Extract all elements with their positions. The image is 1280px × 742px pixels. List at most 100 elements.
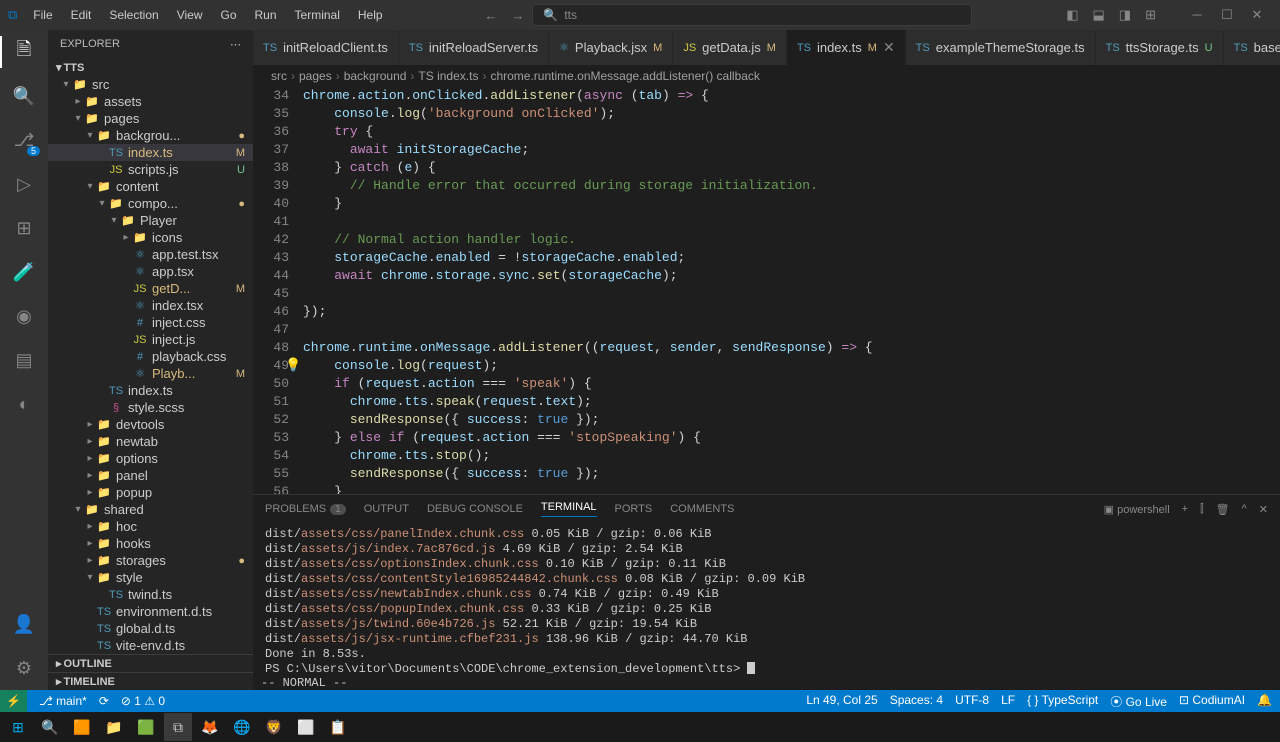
menu-go[interactable]: Go [213,4,245,26]
more-icon[interactable]: ⋯ [230,38,241,51]
account-icon[interactable]: 👤 [12,612,36,636]
extensions-icon[interactable]: ⊞ [12,216,36,240]
terminal-output[interactable]: dist/assets/css/panelIndex.chunk.css 0.0… [253,523,1280,674]
problems-tab[interactable]: PROBLEMS1 [265,503,346,515]
outline-section[interactable]: ▸OUTLINE [48,654,253,672]
layout-right-icon[interactable]: ◨ [1119,7,1131,23]
layout-left-icon[interactable]: ◧ [1066,7,1078,23]
code-editor[interactable]: chrome.action.onClicked.addListener(asyn… [303,87,1280,494]
tree-item[interactable]: ▸📁newtab [48,433,253,450]
tree-item[interactable]: ▸📁assets [48,93,253,110]
breadcrumb[interactable]: src›pages›background›TS index.ts›chrome.… [253,65,1280,87]
problems-status[interactable]: ⊘ 1 ⚠ 0 [121,694,165,708]
tree-item[interactable]: §style.scss [48,399,253,416]
editor-tab[interactable]: TSindex.tsM✕ [787,30,906,65]
tree-item[interactable]: ▸📁hoc [48,518,253,535]
nav-forward-icon[interactable]: → [511,8,524,23]
tree-item[interactable]: TSvite-env.d.ts [48,637,253,654]
tree-item[interactable]: TSindex.tsM [48,144,253,161]
golive-status[interactable]: ⦿ Go Live [1110,693,1167,710]
tree-item[interactable]: ▾📁shared [48,501,253,518]
shell-select[interactable]: ▣ powershell [1104,503,1170,516]
debug-console-tab[interactable]: DEBUG CONSOLE [427,503,523,515]
search-activity-icon[interactable]: 🔍 [12,84,36,108]
editor-tab[interactable]: TSttsStorage.tsU [1096,30,1224,65]
remote-indicator[interactable]: ⚡ [0,690,27,712]
sync-icon[interactable]: ⟳ [99,694,109,708]
taskbar-app-3[interactable]: 🟩 [132,713,160,741]
language-status[interactable]: { } TypeScript [1027,693,1098,710]
start-icon[interactable]: ⊞ [4,713,32,741]
taskbar-search-icon[interactable]: 🔍 [36,713,64,741]
tree-item[interactable]: TSindex.ts [48,382,253,399]
menu-terminal[interactable]: Terminal [287,4,348,26]
editor-tab[interactable]: ⚛Playback.jsxM [549,30,673,65]
taskbar-app-2[interactable]: 📁 [100,713,128,741]
taskbar-app-4[interactable]: ⬜ [292,713,320,741]
output-tab[interactable]: OUTPUT [364,503,409,515]
maximize-button[interactable]: ☐ [1212,3,1242,27]
command-center[interactable]: 🔍 tts [532,4,972,26]
notifications-icon[interactable]: 🔔 [1257,693,1272,710]
minimize-button[interactable]: ─ [1182,3,1212,27]
new-terminal-icon[interactable]: + [1182,503,1188,515]
tree-item[interactable]: TSenvironment.d.ts [48,603,253,620]
taskbar-app-5[interactable]: 📋 [324,713,352,741]
menu-view[interactable]: View [169,4,211,26]
taskbar-chrome[interactable]: 🌐 [228,713,256,741]
kill-terminal-icon[interactable]: 🗑 [1216,503,1230,516]
menu-selection[interactable]: Selection [101,4,166,26]
tree-item[interactable]: ▸📁hooks [48,535,253,552]
taskbar-brave[interactable]: 🦁 [260,713,288,741]
ports-tab[interactable]: PORTS [615,503,653,515]
menu-run[interactable]: Run [247,4,285,26]
indent-status[interactable]: Spaces: 4 [890,693,943,710]
tree-item[interactable]: JSscripts.jsU [48,161,253,178]
editor-tab[interactable]: TSbase.ts [1224,30,1280,65]
maximize-panel-icon[interactable]: ^ [1242,503,1247,515]
layout-customize-icon[interactable]: ⊞ [1145,7,1156,23]
tree-item[interactable]: ⚛app.tsx [48,263,253,280]
taskbar-app-1[interactable]: 🟧 [68,713,96,741]
codium-status[interactable]: ⊡ CodiumAI [1179,693,1245,710]
editor-tab[interactable]: TSinitReloadServer.ts [399,30,549,65]
tree-item[interactable]: ▸📁storages● [48,552,253,569]
tree-item[interactable]: ⚛Playb...M [48,365,253,382]
encoding-status[interactable]: UTF-8 [955,693,989,710]
folder-root[interactable]: ▾TTS [48,59,253,76]
ext2-icon[interactable]: ▤ [12,348,36,372]
tree-item[interactable]: ▾📁pages [48,110,253,127]
scm-icon[interactable]: ⎇5 [12,128,36,152]
split-terminal-icon[interactable]: ⫿ [1200,503,1204,516]
nav-back-icon[interactable]: ← [484,8,497,23]
menu-edit[interactable]: Edit [63,4,100,26]
editor-tab[interactable]: TSinitReloadClient.ts [253,30,399,65]
close-panel-icon[interactable]: ✕ [1259,503,1268,516]
taskbar-firefox[interactable]: 🦊 [196,713,224,741]
eol-status[interactable]: LF [1001,693,1015,710]
tree-item[interactable]: #inject.css [48,314,253,331]
comments-tab[interactable]: COMMENTS [670,503,734,515]
explorer-icon[interactable]: 🗎 [12,40,36,64]
tree-item[interactable]: ▾📁content [48,178,253,195]
settings-icon[interactable]: ⚙ [12,656,36,680]
ext1-icon[interactable]: ◉ [12,304,36,328]
tree-item[interactable]: ⚛index.tsx [48,297,253,314]
tree-item[interactable]: ▸📁panel [48,467,253,484]
tree-item[interactable]: ▾📁Player [48,212,253,229]
tree-item[interactable]: ▾📁backgrou...● [48,127,253,144]
editor-tab[interactable]: JSgetData.jsM [673,30,787,65]
tree-item[interactable]: JSinject.js [48,331,253,348]
menu-help[interactable]: Help [350,4,391,26]
tree-item[interactable]: ▾📁compo...● [48,195,253,212]
tree-item[interactable]: ▸📁popup [48,484,253,501]
tree-item[interactable]: ▸📁icons [48,229,253,246]
menu-file[interactable]: File [25,4,60,26]
debug-icon[interactable]: ▷ [12,172,36,196]
cursor-position[interactable]: Ln 49, Col 25 [806,693,877,710]
git-branch[interactable]: ⎇ main* [39,694,87,708]
tree-item[interactable]: ⚛app.test.tsx [48,246,253,263]
testing-icon[interactable]: 🧪 [12,260,36,284]
terminal-tab[interactable]: TERMINAL [541,501,597,517]
tree-item[interactable]: #playback.css [48,348,253,365]
